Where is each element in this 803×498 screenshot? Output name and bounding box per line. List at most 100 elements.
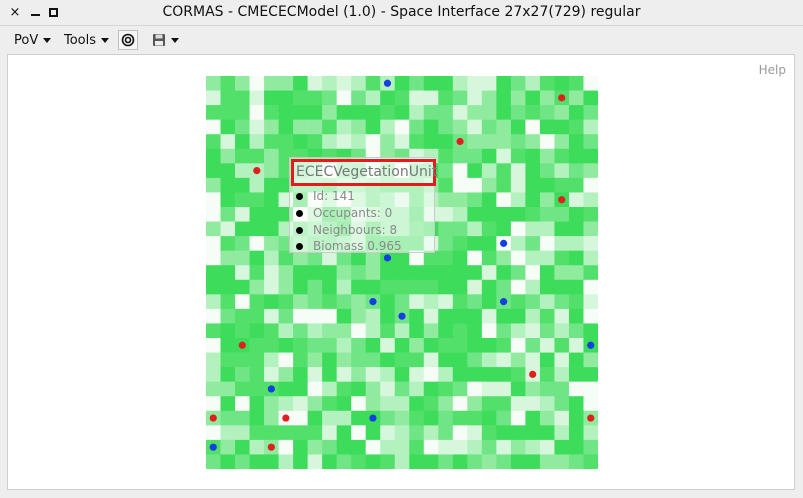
grid-cell[interactable] xyxy=(249,250,265,266)
grid-cell[interactable] xyxy=(206,76,221,91)
grid-cell[interactable] xyxy=(452,396,468,412)
grid-cell[interactable] xyxy=(539,76,555,91)
grid-cell[interactable] xyxy=(249,352,265,368)
grid-cell[interactable] xyxy=(452,163,468,179)
grid-cell[interactable] xyxy=(496,279,512,295)
grid-cell[interactable] xyxy=(380,105,396,120)
grid-cell[interactable] xyxy=(438,396,454,412)
grid-cell[interactable] xyxy=(510,338,526,353)
grid-cell[interactable] xyxy=(568,192,584,208)
grid-cell[interactable] xyxy=(206,367,221,382)
grid-cell[interactable] xyxy=(496,308,512,324)
grid-cell[interactable] xyxy=(467,381,483,397)
grid-cell[interactable] xyxy=(220,76,236,91)
grid-cell[interactable] xyxy=(423,308,439,324)
grid-cell[interactable] xyxy=(438,308,454,324)
grid-cell[interactable] xyxy=(235,367,250,382)
grid-cell[interactable] xyxy=(293,265,308,281)
grid-cell[interactable] xyxy=(438,367,454,382)
grid-cell[interactable] xyxy=(307,439,323,455)
grid-cell[interactable] xyxy=(336,90,352,106)
grid-cell[interactable] xyxy=(220,454,236,469)
grid-cell[interactable] xyxy=(380,265,396,281)
grid-cell[interactable] xyxy=(264,134,279,150)
grid-cell[interactable] xyxy=(264,425,279,441)
grid-cell[interactable] xyxy=(467,396,483,412)
grid-cell[interactable] xyxy=(220,236,236,251)
grid-cell[interactable] xyxy=(467,90,483,106)
grid-cell[interactable] xyxy=(539,338,555,353)
grid-cell[interactable] xyxy=(568,323,584,339)
grid-cell[interactable] xyxy=(525,454,541,469)
grid-cell[interactable] xyxy=(307,352,323,368)
grid-cell[interactable] xyxy=(481,265,497,281)
grid-cell[interactable] xyxy=(322,90,337,106)
grid-cell[interactable] xyxy=(365,381,381,397)
grid-cell[interactable] xyxy=(264,308,279,324)
grid-cell[interactable] xyxy=(235,381,250,397)
grid-cell[interactable] xyxy=(583,425,598,441)
grid-cell[interactable] xyxy=(220,134,236,150)
grid-cell[interactable] xyxy=(510,207,526,222)
grid-cell[interactable] xyxy=(525,294,541,310)
grid-cell[interactable] xyxy=(409,439,425,455)
grid-cell[interactable] xyxy=(220,308,236,324)
grid-cell[interactable] xyxy=(554,338,570,353)
grid-cell[interactable] xyxy=(206,192,221,208)
grid-cell[interactable] xyxy=(583,265,598,281)
grid-cell[interactable] xyxy=(423,410,439,426)
grid-cell[interactable] xyxy=(481,294,497,310)
grid-cell[interactable] xyxy=(220,265,236,281)
grid-cell[interactable] xyxy=(206,177,221,193)
grid-cell[interactable] xyxy=(525,177,541,193)
grid-cell[interactable] xyxy=(336,76,352,91)
grid-cell[interactable] xyxy=(365,134,381,150)
grid-cell[interactable] xyxy=(322,338,337,353)
grid-cell[interactable] xyxy=(206,207,221,222)
grid-cell[interactable] xyxy=(583,105,598,120)
grid-cell[interactable] xyxy=(423,90,439,106)
grid-cell[interactable] xyxy=(351,410,367,426)
grid-cell[interactable] xyxy=(438,439,454,455)
grid-cell[interactable] xyxy=(452,410,468,426)
grid-cell[interactable] xyxy=(293,338,308,353)
grid-cell[interactable] xyxy=(510,134,526,150)
grid-cell[interactable] xyxy=(264,221,279,237)
grid-cell[interactable] xyxy=(220,410,236,426)
grid-cell[interactable] xyxy=(264,352,279,368)
grid-cell[interactable] xyxy=(336,338,352,353)
grid-cell[interactable] xyxy=(235,221,250,237)
grid-cell[interactable] xyxy=(264,250,279,266)
blue-agent[interactable] xyxy=(369,298,377,306)
grid-cell[interactable] xyxy=(264,323,279,339)
blue-agent[interactable] xyxy=(500,239,508,247)
grid-cell[interactable] xyxy=(380,308,396,324)
blue-agent[interactable] xyxy=(398,312,406,320)
grid-cell[interactable] xyxy=(481,221,497,237)
grid-cell[interactable] xyxy=(293,410,308,426)
grid-cell[interactable] xyxy=(510,323,526,339)
blue-agent[interactable] xyxy=(383,79,392,87)
grid-cell[interactable] xyxy=(481,439,497,455)
grid-cell[interactable] xyxy=(568,410,584,426)
grid-cell[interactable] xyxy=(481,76,497,91)
grid-cell[interactable] xyxy=(496,207,512,222)
grid-cell[interactable] xyxy=(452,323,468,339)
grid-cell[interactable] xyxy=(583,236,598,251)
red-agent[interactable] xyxy=(456,137,464,146)
grid-cell[interactable] xyxy=(525,338,541,353)
grid-cell[interactable] xyxy=(293,308,308,324)
grid-cell[interactable] xyxy=(525,119,541,135)
grid-cell[interactable] xyxy=(235,148,250,164)
pov-menu-button[interactable]: PoV xyxy=(14,31,52,49)
grid-cell[interactable] xyxy=(554,352,570,368)
grid-cell[interactable] xyxy=(322,410,337,426)
grid-cell[interactable] xyxy=(525,352,541,368)
grid-cell[interactable] xyxy=(496,338,512,353)
grid-cell[interactable] xyxy=(452,119,468,135)
grid-cell[interactable] xyxy=(525,396,541,412)
grid-cell[interactable] xyxy=(264,148,279,164)
grid-cell[interactable] xyxy=(423,294,439,310)
grid-cell[interactable] xyxy=(583,381,598,397)
grid-cell[interactable] xyxy=(249,294,265,310)
